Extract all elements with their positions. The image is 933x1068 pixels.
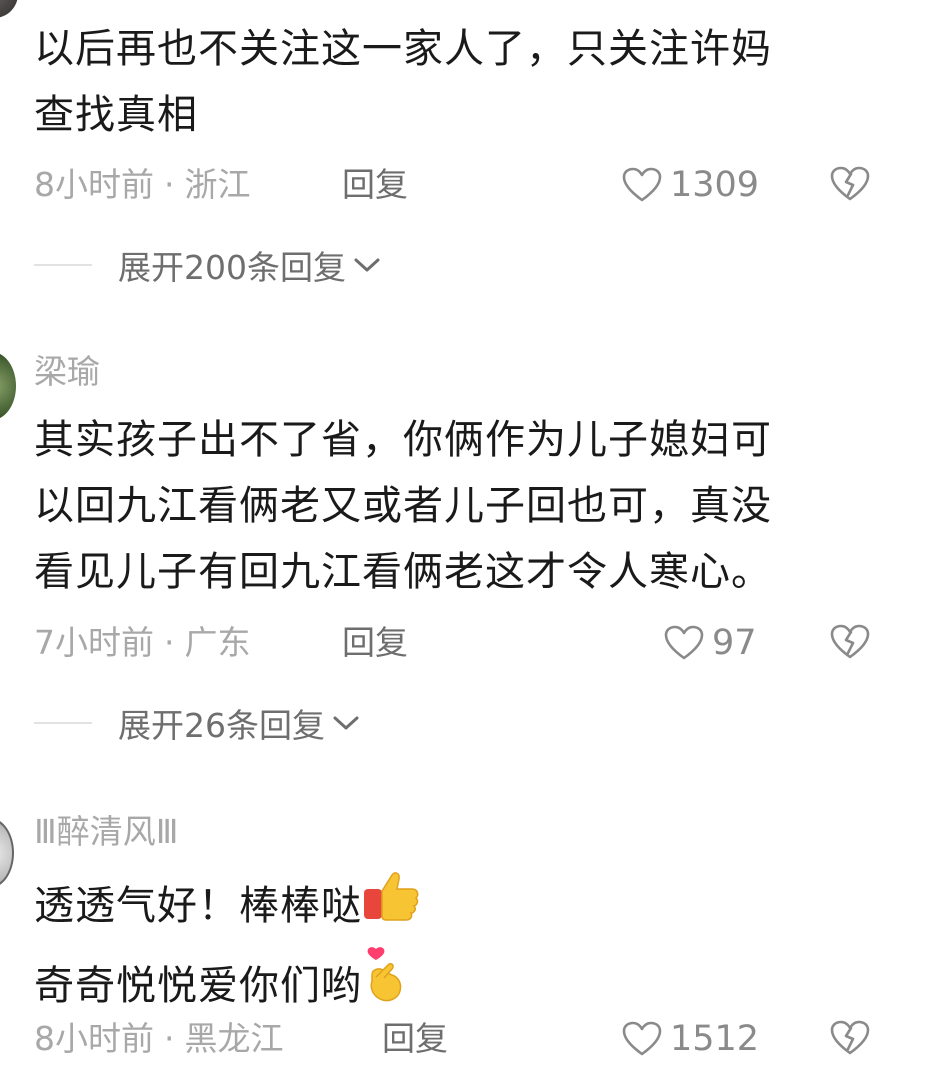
divider: [34, 264, 92, 266]
dislike-button[interactable]: [830, 166, 870, 214]
timestamp-location: 8小时前 · 浙江: [34, 162, 251, 208]
comment-line: 奇奇悦悦爱你们哟: [34, 945, 914, 1025]
comment-line: 看见儿子有回九江看俩老这才令人寒心。: [34, 549, 772, 595]
reply-button[interactable]: 回复: [342, 162, 408, 208]
finger-heart-icon: [367, 947, 402, 1002]
like-count: 1512: [670, 1019, 760, 1059]
like-button[interactable]: 97: [664, 620, 757, 666]
expand-replies-label: 展开200条回复: [118, 248, 346, 287]
chevron-down-icon: [333, 716, 359, 730]
heart-outline-icon: [664, 625, 704, 660]
comment-meta: 8小时前 · 黑龙江 回复 1512: [34, 1016, 914, 1062]
location: 浙江: [184, 165, 251, 204]
location: 黑龙江: [184, 1019, 284, 1058]
heart-outline-icon: [622, 167, 662, 202]
chevron-down-icon: [354, 258, 380, 272]
timestamp: 8小时前: [34, 1019, 154, 1058]
reply-button[interactable]: 回复: [342, 620, 408, 666]
location: 广东: [184, 623, 251, 662]
comment-item: Ⅲ醉清风Ⅲ 透透气好！棒棒哒 奇奇悦悦爱你们哟: [34, 812, 914, 1025]
thumbs-up-emoji: [362, 869, 420, 945]
reply-button[interactable]: 回复: [382, 1016, 448, 1062]
like-count: 1309: [670, 165, 760, 205]
avatar[interactable]: [0, 352, 16, 420]
expand-replies-button[interactable]: 展开200条回复: [34, 242, 382, 288]
like-button[interactable]: 1309: [622, 162, 759, 208]
thumbs-up-icon: [364, 872, 419, 921]
broken-heart-icon: [830, 1020, 870, 1055]
timestamp: 8小时前: [34, 165, 154, 204]
dislike-button[interactable]: [830, 1020, 870, 1068]
comment-text: 透透气好！棒棒哒 奇奇悦悦爱你们哟: [34, 869, 914, 1025]
timestamp: 7小时前: [34, 623, 154, 662]
avatar[interactable]: [0, 0, 18, 18]
comment-line-text: 透透气好！棒棒哒: [34, 883, 362, 929]
expand-replies-button[interactable]: 展开26条回复: [34, 700, 361, 746]
like-count: 97: [712, 623, 757, 663]
finger-heart-emoji: [362, 945, 408, 1025]
comment-text: 其实孩子出不了省，你俩作为儿子媳妇可 以回九江看俩老又或者儿子回也可，真没 看见…: [34, 407, 914, 605]
dislike-button[interactable]: [830, 624, 870, 672]
comment-line: 其实孩子出不了省，你俩作为儿子媳妇可: [34, 417, 772, 463]
comment-line: 以回九江看俩老又或者儿子回也可，真没: [34, 483, 772, 529]
separator-dot: ·: [164, 623, 175, 662]
separator-dot: ·: [164, 1019, 175, 1058]
comment-line: 透透气好！棒棒哒: [34, 869, 914, 945]
divider: [34, 722, 92, 724]
broken-heart-icon: [830, 166, 870, 201]
expand-replies-label: 展开26条回复: [118, 706, 325, 745]
timestamp-location: 8小时前 · 黑龙江: [34, 1016, 284, 1062]
comment-line-text: 奇奇悦悦爱你们哟: [34, 963, 362, 1009]
comment-text: 以后再也不关注这一家人了，只关注许妈 查找真相: [34, 16, 914, 148]
timestamp-location: 7小时前 · 广东: [34, 620, 251, 666]
comment-line: 查找真相: [34, 92, 198, 138]
like-button[interactable]: 1512: [622, 1016, 759, 1062]
separator-dot: ·: [164, 165, 175, 204]
heart-outline-icon: [622, 1021, 662, 1056]
comment-item: 以后再也不关注这一家人了，只关注许妈 查找真相: [34, 16, 914, 148]
comment-meta: 7小时前 · 广东 回复 97: [34, 620, 914, 666]
comment-line: 以后再也不关注这一家人了，只关注许妈: [34, 26, 772, 72]
comment-item: 梁瑜 其实孩子出不了省，你俩作为儿子媳妇可 以回九江看俩老又或者儿子回也可，真没…: [34, 352, 914, 605]
username[interactable]: 梁瑜: [34, 352, 914, 392]
comment-meta: 8小时前 · 浙江 回复 1309: [34, 162, 914, 208]
username[interactable]: Ⅲ醉清风Ⅲ: [34, 812, 914, 852]
avatar[interactable]: [0, 818, 14, 888]
broken-heart-icon: [830, 624, 870, 659]
